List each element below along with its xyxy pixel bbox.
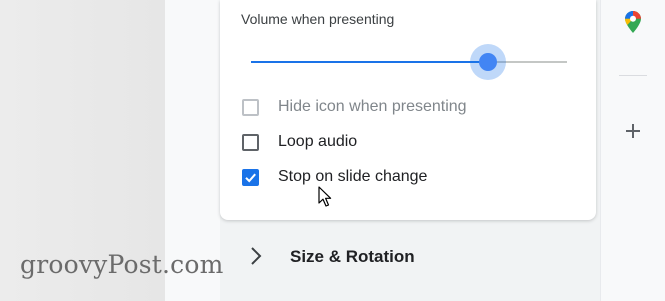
stop-on-slide-change-option[interactable]: Stop on slide change bbox=[242, 166, 427, 188]
stop-on-slide-change-checkbox[interactable] bbox=[242, 168, 259, 186]
loop-audio-option[interactable]: Loop audio bbox=[242, 131, 357, 153]
loop-audio-label: Loop audio bbox=[278, 133, 358, 150]
volume-slider[interactable] bbox=[251, 44, 567, 80]
loop-audio-checkbox[interactable] bbox=[242, 133, 259, 151]
stop-on-slide-change-label: Stop on slide change bbox=[278, 168, 428, 185]
size-rotation-title: Size & Rotation bbox=[290, 247, 415, 266]
volume-label: Volume when presenting bbox=[241, 11, 395, 27]
checkmark-icon bbox=[245, 173, 256, 182]
volume-slider-fill bbox=[251, 61, 488, 63]
hide-icon-label: Hide icon when presenting bbox=[278, 98, 467, 115]
size-rotation-section[interactable]: Size & Rotation bbox=[220, 226, 596, 288]
chevron-right-icon bbox=[251, 247, 262, 265]
plus-icon[interactable] bbox=[623, 121, 643, 141]
mouse-pointer-icon bbox=[318, 186, 332, 207]
volume-slider-thumb[interactable] bbox=[479, 53, 497, 71]
rail-divider bbox=[619, 75, 647, 76]
side-panel-rail bbox=[600, 0, 665, 301]
watermark: groovyPost.com bbox=[20, 250, 224, 279]
audio-playback-panel: Volume when presenting Hide icon when pr… bbox=[220, 0, 596, 220]
hide-icon-option[interactable]: Hide icon when presenting bbox=[242, 96, 467, 118]
google-maps-icon[interactable] bbox=[624, 10, 642, 34]
hide-icon-checkbox[interactable] bbox=[242, 98, 259, 116]
